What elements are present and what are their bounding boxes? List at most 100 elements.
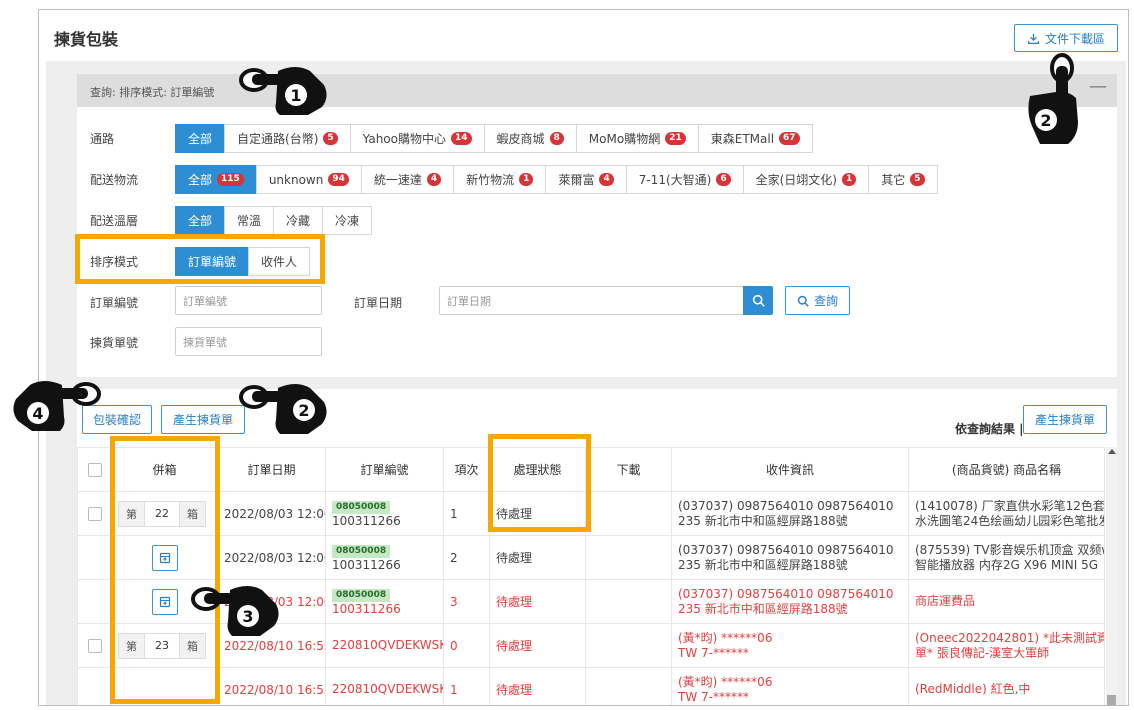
logistics-option[interactable]: unknown 94 (255, 165, 362, 194)
col-header-order-no: 訂單編號 (325, 447, 444, 492)
download-area-button[interactable]: 文件下載區 (1014, 24, 1118, 52)
download-cell (585, 623, 672, 668)
logistics-option[interactable]: 統一速達 4 (360, 165, 455, 194)
generate-pick-list-by-result-button[interactable]: 產生揀貨單 (1023, 405, 1107, 434)
count-badge: 5 (323, 132, 338, 145)
order-date-input[interactable]: 訂單日期 (439, 286, 744, 315)
count-badge: 4 (426, 173, 442, 186)
channel-option[interactable]: 全部 (175, 124, 226, 153)
temperature-option[interactable]: 常溫 (224, 206, 275, 235)
download-cell (585, 491, 672, 536)
order-date-cell: 2022/08/03 12:00 (217, 491, 326, 536)
hand-pointer-4-icon: 4 (6, 375, 102, 436)
temperature-option[interactable]: 全部 (175, 206, 226, 235)
col-header-item: 項次 (443, 447, 490, 492)
recipient-line-2: TW 7-****** (678, 689, 749, 704)
order-no: 220810QVDEKWSK (332, 682, 444, 696)
count-badge: 4 (599, 173, 614, 186)
table-row: 2022/08/03 12:00 08050008 100311266 2 待處理 (03… (77, 535, 1105, 580)
query-header-text: 查詢: 排序模式: 訂單編號 (90, 86, 215, 99)
query-button[interactable]: 查詢 (785, 286, 850, 315)
select-all-checkbox[interactable] (87, 462, 102, 477)
row-checkbox[interactable] (87, 638, 102, 653)
row-select-cell (77, 535, 112, 580)
recipient-line-2: TW 7-****** (678, 645, 749, 660)
svg-text:1: 1 (290, 86, 301, 105)
order-no-input[interactable]: 訂單編號 (175, 286, 322, 315)
recipient-cell: (黃*昀) ******06 TW 7-****** (671, 623, 909, 668)
col-header-product: (商品貨號) 商品名稱 (908, 447, 1105, 492)
select-all-cell[interactable] (77, 447, 112, 492)
logistics-option-label: 統一速達 (373, 173, 422, 187)
download-icon (1028, 33, 1039, 44)
search-icon (797, 295, 809, 307)
svg-text:2: 2 (1040, 111, 1051, 130)
order-tag: 08050008 (332, 501, 391, 514)
temperature-option-label: 全部 (188, 214, 213, 228)
date-search-button[interactable] (743, 286, 773, 315)
col-header-order-date: 訂單日期 (217, 447, 326, 492)
svg-text:4: 4 (32, 404, 43, 423)
channel-option-label: 蝦皮商城 (496, 132, 545, 146)
logistics-option-label: 萊爾富 (558, 173, 595, 187)
scroll-up-icon[interactable] (1108, 449, 1116, 454)
row-select-cell (77, 623, 112, 668)
temperature-option[interactable]: 冷凍 (322, 206, 373, 235)
search-icon (752, 294, 765, 307)
logistics-option[interactable]: 新竹物流 1 (453, 165, 547, 194)
product-cell: 商店運費品 (908, 579, 1105, 624)
logistics-option[interactable]: 萊爾富 4 (545, 165, 627, 194)
logistics-option[interactable]: 7-11(大智通) 6 (625, 165, 744, 194)
count-badge: 8 (549, 132, 564, 145)
order-date-label: 訂單日期 (354, 296, 403, 310)
generate-pick-list-button[interactable]: 產生揀貨單 (161, 405, 245, 434)
product-line-1: (875539) TV影音娱乐机顶盒 双频wifi (915, 542, 1105, 557)
channel-option[interactable]: 東森ETMall 67 (697, 124, 813, 153)
query-button-label: 查詢 (813, 294, 838, 308)
collapse-icon[interactable]: — (1089, 76, 1107, 97)
item-cell: 1 (443, 667, 490, 705)
temperature-label: 配送溫層 (90, 214, 139, 228)
table-scrollbar[interactable] (1106, 447, 1117, 705)
temperature-option[interactable]: 冷藏 (273, 206, 324, 235)
logistics-option[interactable]: 全部 115 (175, 165, 257, 194)
product-line-1: (RedMiddle) 紅色,中 (915, 682, 1031, 696)
item-cell: 1 (443, 491, 490, 536)
count-badge: 1 (519, 173, 534, 186)
logistics-label: 配送物流 (90, 173, 139, 187)
order-no-label: 訂單編號 (90, 296, 139, 310)
channel-option-label: Yahoo購物中心 (362, 132, 446, 146)
channel-option[interactable]: MoMo購物網 21 (575, 124, 699, 153)
logistics-filter: 全部 115 unknown 94 統一速達 4 新竹物流 1 萊爾富 4 7-11(大智通) 6 全家… (175, 165, 938, 194)
count-badge: 14 (450, 132, 472, 145)
channel-option[interactable]: Yahoo購物中心 14 (349, 124, 485, 153)
recipient-line-2: 235 新北市中和區經屏路188號 (678, 513, 848, 528)
count-badge: 67 (779, 132, 800, 145)
logistics-option-label: 全家(日翊文化) (755, 173, 837, 187)
query-header[interactable]: 查詢: 排序模式: 訂單編號 — (77, 74, 1117, 107)
pick-no-input[interactable]: 揀貨單號 (175, 327, 322, 356)
order-no: 100311266 (332, 602, 401, 616)
logistics-option[interactable]: 全家(日翊文化) 1 (742, 165, 870, 194)
row-checkbox[interactable] (87, 506, 102, 521)
logistics-option[interactable]: 其它 5 (868, 165, 938, 194)
order-no: 220810QVDEKWSK (332, 638, 444, 652)
channel-filter: 全部 自定通路(台幣) 5 Yahoo購物中心 14 蝦皮商城 8 MoMo購物網 21 東森ET… (175, 124, 813, 153)
pick-no-label: 揀貨單號 (90, 336, 139, 350)
scroll-thumb[interactable] (1107, 695, 1116, 705)
channel-option[interactable]: 蝦皮商城 8 (483, 124, 577, 153)
channel-option[interactable]: 自定通路(台幣) 5 (224, 124, 351, 153)
row-select-cell (77, 667, 112, 705)
col-header-recipient: 收件資訊 (671, 447, 909, 492)
recipient-cell: (037037) 0987564010 0987564010 235 新北市中和區… (671, 579, 909, 624)
svg-text:3: 3 (242, 607, 253, 626)
order-no-cell: 220810QVDEKWSK (325, 623, 444, 668)
order-tag: 08050008 (332, 545, 391, 558)
order-tag: 08050008 (332, 589, 391, 602)
download-area-label: 文件下載區 (1044, 31, 1105, 46)
col-header-download: 下載 (585, 447, 672, 492)
product-line-1: (1410078) 厂家直供水彩笔12色套装 (915, 498, 1105, 513)
table-row: 第 22 箱 2022/08/03 12:00 08050008 100311266 1 待處… (77, 491, 1105, 536)
status-cell: 待處理 (489, 623, 586, 668)
count-badge: 1 (841, 173, 857, 186)
